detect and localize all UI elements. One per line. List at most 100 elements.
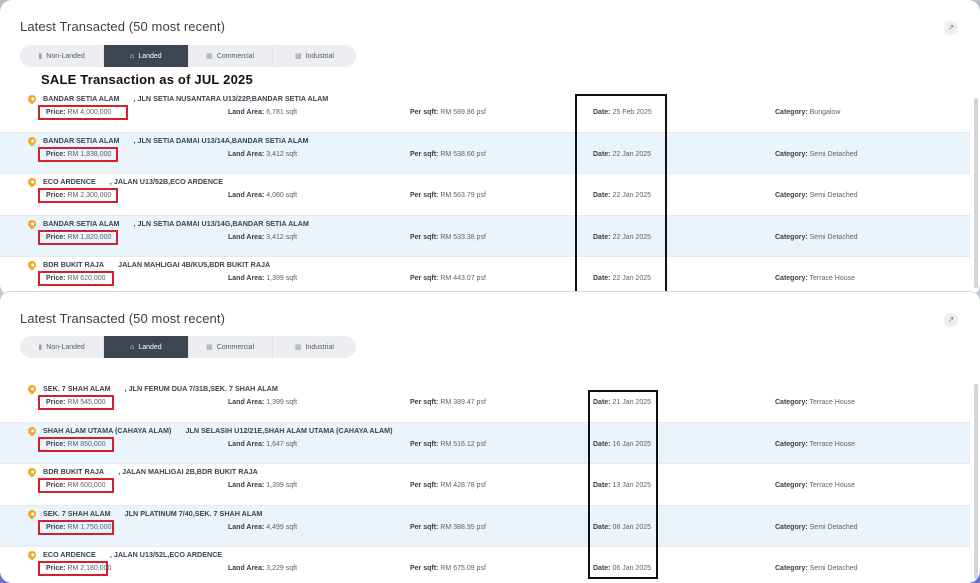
project-name: ECO ARDENCE	[43, 177, 96, 186]
factory-icon: ▩	[294, 344, 302, 351]
price: Price: RM 4,000,000	[46, 109, 112, 116]
location-pin-icon	[26, 424, 38, 437]
transaction-row[interactable]: BANDAR SETIA ALAM , JLN SETIA NUSANTARA U…	[0, 91, 970, 133]
category: Category: Terrace House	[775, 275, 856, 282]
transaction-row[interactable]: BDR BUKIT RAJA , JALAN MAHLIGAI 2B,BDR BU…	[0, 464, 970, 506]
land-area: Land Area: 4,080 sqft	[228, 192, 298, 199]
project-name: BANDAR SETIA ALAM	[43, 218, 120, 228]
project-name: SHAH ALAM UTAMA (CAHAYA ALAM)	[43, 425, 172, 435]
land-area: Land Area: 1,399 sqft	[228, 482, 298, 489]
project-name: BANDAR SETIA ALAM	[43, 135, 120, 145]
shop-icon: ▦	[206, 344, 213, 351]
factory-icon: ▩	[294, 53, 302, 60]
street-name: , JLN SETIA NUSANTARA U13/22P,BANDAR SET…	[133, 94, 329, 103]
transaction-row[interactable]: BANDAR SETIA ALAM , JLN SETIA DAMAI U13/1…	[0, 215, 970, 257]
price-per-sqft: Per sqft: RM 388.95 psf	[410, 523, 486, 531]
street-name: JLN PLATINUM 7/40,SEK. 7 SHAH ALAM	[124, 508, 263, 518]
property-type-tabs: ▮ Non-Landed ⌂ Landed ▦ Commercial ▩ Industr…	[20, 45, 356, 67]
category: Category: Terrace House	[775, 482, 856, 489]
land-area: Land Area: 6,781 sqft	[228, 109, 298, 116]
category: Category: Terrace House	[775, 440, 856, 448]
sale-banner: SALE Transaction as of JUL 2025	[41, 72, 253, 87]
project-name: BANDAR SETIA ALAM	[43, 94, 120, 103]
price: Price: RM 600,000	[46, 482, 106, 489]
transaction-list: BANDAR SETIA ALAM , JLN SETIA NUSANTARA U…	[0, 91, 970, 296]
collapse-icon[interactable]: ↗	[944, 21, 958, 35]
location-pin-icon	[26, 507, 38, 520]
price-per-sqft: Per sqft: RM 533.38 psf	[410, 233, 486, 241]
street-name: , JALAN U13/52L,ECO ARDENCE	[109, 550, 223, 559]
street-name: , JLN SETIA DAMAI U13/14G,BANDAR SETIA A…	[133, 218, 309, 228]
location-pin-icon	[26, 549, 38, 561]
price: Price: RM 545,000	[46, 399, 106, 406]
project-name: BDR BUKIT RAJA	[43, 467, 105, 476]
collapse-icon[interactable]: ↗	[944, 313, 958, 327]
location-pin-icon	[26, 259, 38, 271]
street-name: JLN SELASIH U12/21E,SHAH ALAM UTAMA (CAH…	[185, 425, 393, 435]
tab-non-landed[interactable]: ▮ Non-Landed	[20, 45, 105, 67]
land-area: Land Area: 3,412 sqft	[228, 233, 298, 241]
location-pin-icon	[26, 134, 38, 147]
transactions-panel-2: Latest Transacted (50 most recent) ↗ ▮ No…	[0, 292, 980, 583]
transaction-row[interactable]: SHAH ALAM UTAMA (CAHAYA ALAM) JLN SELASIH…	[0, 422, 970, 464]
land-area: Land Area: 3,412 sqft	[228, 150, 298, 158]
tab-industrial[interactable]: ▩ Industrial	[273, 45, 356, 67]
project-name: SEK. 7 SHAH ALAM	[43, 384, 111, 393]
transactions-panel-1: Latest Transacted (50 most recent) ↗ ▮ No…	[0, 0, 980, 296]
price: Price: RM 2,180,000	[46, 565, 112, 572]
street-name: , JALAN U13/52B,ECO ARDENCE	[109, 177, 224, 186]
category: Category: Terrace House	[775, 399, 856, 406]
address: SEK. 7 SHAH ALAM JLN PLATINUM 7/40,SEK. 7…	[43, 509, 262, 518]
tab-industrial[interactable]: ▩ Industrial	[273, 336, 356, 358]
transaction-row[interactable]: BDR BUKIT RAJA JALAN MAHLIGAI 4B/KU5,BDR …	[0, 257, 970, 296]
tab-commercial[interactable]: ▦ Commercial	[189, 336, 273, 358]
category: Category: Semi Detached	[775, 192, 858, 199]
property-type-tabs: ▮ Non-Landed ⌂ Landed ▦ Commercial ▩ Industr…	[20, 336, 356, 358]
address: SHAH ALAM UTAMA (CAHAYA ALAM) JLN SELASIH…	[43, 426, 393, 435]
land-area: Land Area: 1,647 sqft	[228, 440, 298, 448]
transaction-row[interactable]: SEK. 7 SHAH ALAM JLN PLATINUM 7/40,SEK. 7…	[0, 505, 970, 547]
tab-non-landed[interactable]: ▮ Non-Landed	[20, 336, 105, 358]
price: Price: RM 1,820,000	[46, 233, 112, 241]
scrollbar[interactable]	[974, 98, 978, 288]
price: Price: RM 2,300,000	[46, 192, 112, 199]
category: Category: Semi Detached	[775, 150, 858, 158]
scrollbar[interactable]	[974, 384, 978, 579]
address: BDR BUKIT RAJA JALAN MAHLIGAI 4B/KU5,BDR …	[43, 260, 270, 269]
street-name: , JLN FERUM DUA 7/31B,SEK. 7 SHAH ALAM	[124, 384, 278, 393]
tab-commercial[interactable]: ▦ Commercial	[189, 45, 273, 67]
tab-landed[interactable]: ⌂ Landed	[104, 45, 189, 67]
location-pin-icon	[26, 93, 38, 105]
transaction-row[interactable]: ECO ARDENCE , JALAN U13/52B,ECO ARDENCE Pr…	[0, 174, 970, 216]
location-pin-icon	[26, 466, 38, 478]
category: Category: Semi Detached	[775, 233, 858, 241]
price-per-sqft: Per sqft: RM 563.79 psf	[410, 192, 486, 199]
panel-title: Latest Transacted (50 most recent)	[20, 311, 225, 326]
price: Price: RM 620,000	[46, 275, 106, 282]
date-highlight-box	[588, 390, 658, 579]
shop-icon: ▦	[206, 53, 213, 60]
project-name: SEK. 7 SHAH ALAM	[43, 508, 111, 518]
price: Price: RM 1,750,000	[46, 523, 112, 531]
date-highlight-box	[575, 94, 667, 296]
price-per-sqft: Per sqft: RM 675.09 psf	[410, 565, 486, 572]
location-pin-icon	[26, 217, 38, 230]
tab-landed[interactable]: ⌂ Landed	[104, 336, 189, 358]
price: Price: RM 1,838,000	[46, 150, 112, 158]
transaction-row[interactable]: ECO ARDENCE , JALAN U13/52L,ECO ARDENCE Pr…	[0, 547, 970, 583]
land-area: Land Area: 4,499 sqft	[228, 523, 298, 531]
transaction-row[interactable]: BANDAR SETIA ALAM , JLN SETIA DAMAI U13/1…	[0, 132, 970, 174]
project-name: ECO ARDENCE	[43, 550, 96, 559]
land-area: Land Area: 1,399 sqft	[228, 275, 298, 282]
address: ECO ARDENCE , JALAN U13/52L,ECO ARDENCE	[43, 550, 222, 559]
price-per-sqft: Per sqft: RM 589.86 psf	[410, 109, 486, 116]
transaction-list: SEK. 7 SHAH ALAM , JLN FERUM DUA 7/31B,SE…	[0, 381, 970, 583]
street-name: , JLN SETIA DAMAI U13/14A,BANDAR SETIA A…	[133, 135, 309, 145]
price-per-sqft: Per sqft: RM 443.07 psf	[410, 275, 486, 282]
project-name: BDR BUKIT RAJA	[43, 260, 105, 269]
category: Category: Bungalow	[775, 109, 841, 116]
house-icon: ⌂	[130, 343, 135, 351]
price-per-sqft: Per sqft: RM 516.12 psf	[410, 440, 486, 448]
transaction-row[interactable]: SEK. 7 SHAH ALAM , JLN FERUM DUA 7/31B,SE…	[0, 381, 970, 423]
price-per-sqft: Per sqft: RM 428.78 psf	[410, 482, 486, 489]
